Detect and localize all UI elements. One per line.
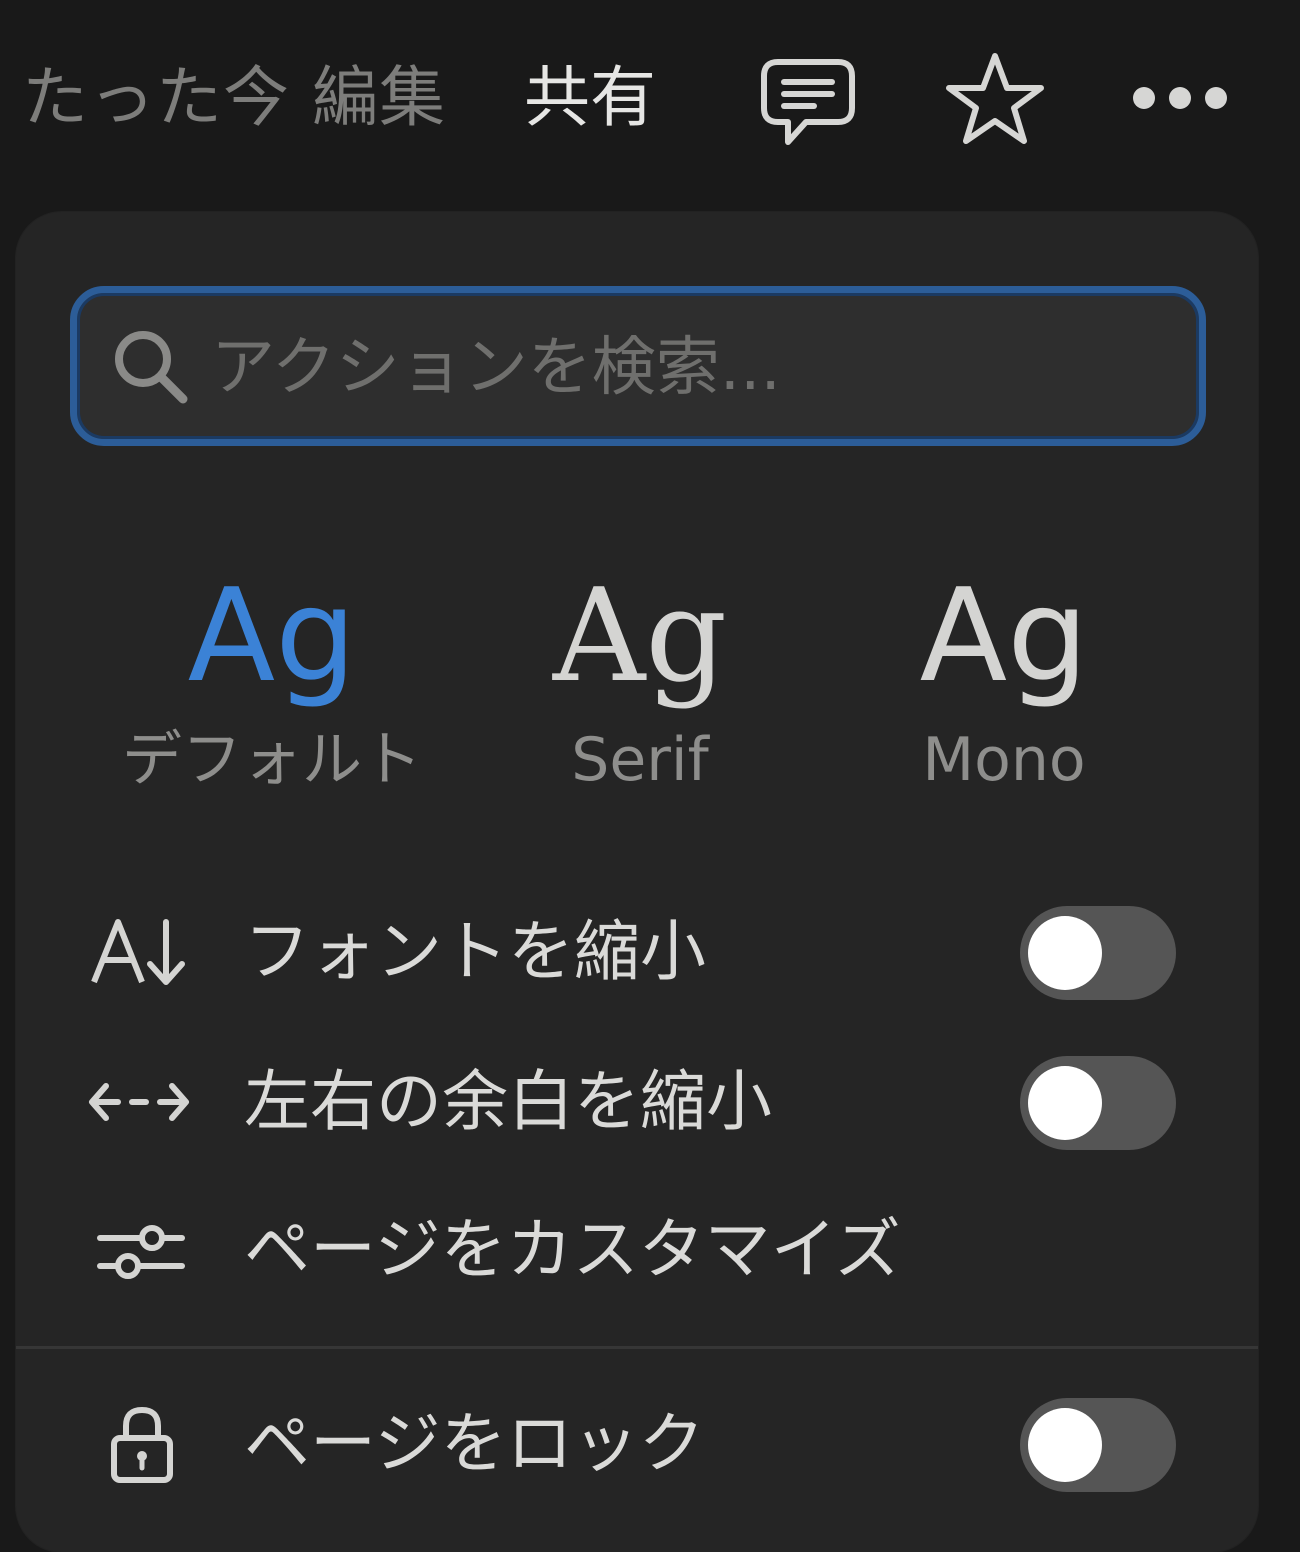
toggle-knob bbox=[1028, 916, 1102, 990]
font-sample: Ag bbox=[552, 562, 728, 711]
toggle-knob bbox=[1028, 1066, 1102, 1140]
action-search-box[interactable] bbox=[70, 286, 1206, 446]
font-option-mono[interactable]: Ag Mono bbox=[824, 562, 1184, 812]
font-option-serif[interactable]: Ag Serif bbox=[460, 562, 820, 812]
lock-page-toggle[interactable] bbox=[1020, 1398, 1176, 1492]
menu-item-customize-page[interactable]: ページをカスタマイズ bbox=[16, 1180, 1258, 1320]
full-width-toggle[interactable] bbox=[1020, 1056, 1176, 1150]
font-option-label: Mono bbox=[922, 725, 1086, 795]
comment-icon[interactable] bbox=[758, 56, 858, 150]
menu-divider bbox=[16, 1346, 1258, 1349]
search-input[interactable] bbox=[211, 313, 1171, 423]
menu-item-small-text[interactable]: フォントを縮小 bbox=[16, 882, 1258, 1022]
page-header: たった今 編集 共有 bbox=[0, 0, 1300, 196]
font-size-down-icon bbox=[86, 912, 196, 992]
font-option-label: デフォルト bbox=[122, 725, 422, 795]
arrows-horizontal-icon bbox=[86, 1062, 196, 1142]
lock-icon bbox=[86, 1404, 196, 1484]
search-icon bbox=[109, 325, 193, 409]
menu-item-label: 左右の余白を縮小 bbox=[244, 1063, 772, 1140]
page-options-menu: Ag デフォルト Ag Serif Ag Mono フォントを縮小 bbox=[16, 212, 1258, 1552]
font-sample: Ag bbox=[919, 562, 1089, 711]
sliders-icon bbox=[86, 1210, 196, 1290]
share-button[interactable]: 共有 bbox=[524, 56, 656, 140]
small-text-toggle[interactable] bbox=[1020, 906, 1176, 1000]
menu-item-label: フォントを縮小 bbox=[244, 913, 706, 990]
toggle-knob bbox=[1028, 1408, 1102, 1482]
font-sample: Ag bbox=[187, 562, 357, 711]
font-option-default[interactable]: Ag デフォルト bbox=[92, 562, 452, 812]
last-edited-status: たった今 編集 bbox=[22, 59, 446, 136]
menu-item-label: ページをロック bbox=[244, 1405, 705, 1482]
more-horizontal-icon[interactable] bbox=[1128, 78, 1232, 118]
star-icon[interactable] bbox=[944, 50, 1046, 148]
font-option-label: Serif bbox=[571, 725, 709, 795]
menu-item-lock-page[interactable]: ページをロック bbox=[16, 1374, 1258, 1514]
menu-item-full-width[interactable]: 左右の余白を縮小 bbox=[16, 1032, 1258, 1172]
menu-item-label: ページをカスタマイズ bbox=[244, 1211, 901, 1288]
